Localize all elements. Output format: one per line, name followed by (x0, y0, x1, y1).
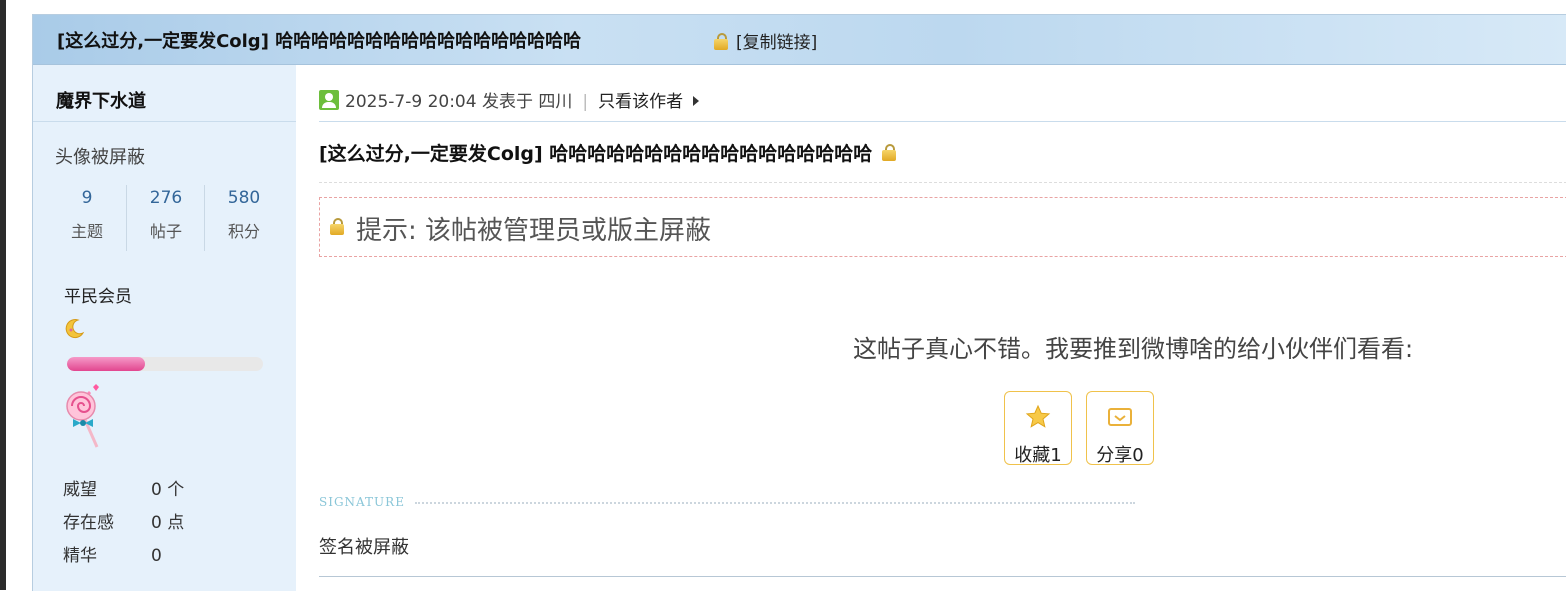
signature-text: 签名被屏蔽 (319, 537, 409, 558)
info-presence: 存在感 0 点 (63, 508, 184, 533)
lock-icon (330, 218, 344, 236)
stat-value: 580 (227, 188, 261, 208)
share-label: 分享0 (1096, 445, 1144, 466)
post-title-text: [这么过分,一定要发Colg] 哈哈哈哈哈哈哈哈哈哈哈哈哈哈哈哈哈 (319, 143, 873, 165)
star-icon (1025, 404, 1051, 428)
user-stats: 9 主题 276 帖子 580 积分 (48, 185, 280, 251)
blocked-notice-text: 提示: 该帖被管理员或版主屏蔽 (356, 216, 712, 246)
stat-label: 积分 (227, 222, 260, 241)
info-key: 存在感 (63, 513, 114, 533)
thread-title: [这么过分,一定要发Colg] 哈哈哈哈哈哈哈哈哈哈哈哈哈哈哈哈哈 (57, 31, 582, 52)
view-author-only-link[interactable]: 只看该作者 (598, 92, 683, 112)
user-rank[interactable]: 平民会员 (64, 282, 132, 307)
lollipop-medal-icon[interactable] (61, 383, 111, 451)
level-progress-fill (67, 357, 146, 371)
share-envelope-icon (1108, 408, 1132, 426)
stat-value: 9 (81, 188, 93, 208)
share-button[interactable]: 分享0 (1086, 391, 1154, 466)
meta-separator: | (582, 92, 589, 112)
lock-icon (714, 33, 728, 51)
meta-divider (319, 121, 1566, 122)
info-key: 威望 (63, 480, 97, 500)
title-divider (319, 182, 1566, 183)
user-online-icon (319, 90, 339, 110)
favorite-button[interactable]: 收藏1 (1004, 391, 1072, 466)
page-margin (6, 0, 32, 590)
post-date-location: 2025-7-9 20:04 发表于 四川 (345, 92, 573, 112)
stat-posts[interactable]: 276 帖子 (126, 185, 205, 251)
stat-label: 主题 (70, 222, 103, 241)
post-meta: 2025-7-9 20:04 发表于 四川 | 只看该作者 (319, 87, 700, 112)
info-value: 0 (151, 546, 162, 566)
username[interactable]: 魔界下水道 (56, 87, 146, 113)
level-progress-bar (67, 357, 263, 371)
info-value: 0 个 (151, 480, 185, 500)
info-value: 0 点 (151, 513, 185, 533)
info-key: 精华 (63, 546, 97, 566)
post-bottom-divider (319, 576, 1566, 577)
post-content: 2025-7-9 20:04 发表于 四川 | 只看该作者 [这么过分,一定要发Co… (297, 65, 1566, 591)
user-sidebar: 魔界下水道 头像被屏蔽 9 主题 276 帖子 580 积分 平民会员 威望 0… (33, 65, 296, 591)
stat-value: 276 (149, 188, 183, 208)
sidebar-divider (33, 121, 296, 122)
info-digest: 精华 0 (63, 541, 162, 566)
caret-right-icon[interactable] (693, 96, 700, 106)
signature-heading: SIGNATURE (319, 495, 405, 509)
thread-frame: [这么过分,一定要发Colg] 哈哈哈哈哈哈哈哈哈哈哈哈哈哈哈哈哈 [复制链接]… (32, 14, 1566, 591)
copy-link-button[interactable]: [复制链接] (736, 28, 817, 53)
lock-icon (882, 144, 897, 162)
blocked-notice: 提示: 该帖被管理员或版主屏蔽 (319, 197, 1566, 257)
info-prestige: 威望 0 个 (63, 475, 184, 500)
moon-icon (65, 319, 85, 339)
thread-title-bar: [这么过分,一定要发Colg] 哈哈哈哈哈哈哈哈哈哈哈哈哈哈哈哈哈 [复制链接] (33, 15, 1566, 65)
avatar: 头像被屏蔽 (55, 147, 145, 168)
share-prompt: 这帖子真心不错。我要推到微博啥的给小伙伴们看看: (853, 335, 1414, 363)
stat-label: 帖子 (149, 222, 182, 241)
stat-threads[interactable]: 9 主题 (48, 185, 126, 251)
favorite-label: 收藏1 (1014, 445, 1062, 466)
post-title: [这么过分,一定要发Colg] 哈哈哈哈哈哈哈哈哈哈哈哈哈哈哈哈哈 (319, 139, 897, 166)
stat-points[interactable]: 580 积分 (204, 185, 283, 251)
signature-divider (415, 502, 1135, 504)
